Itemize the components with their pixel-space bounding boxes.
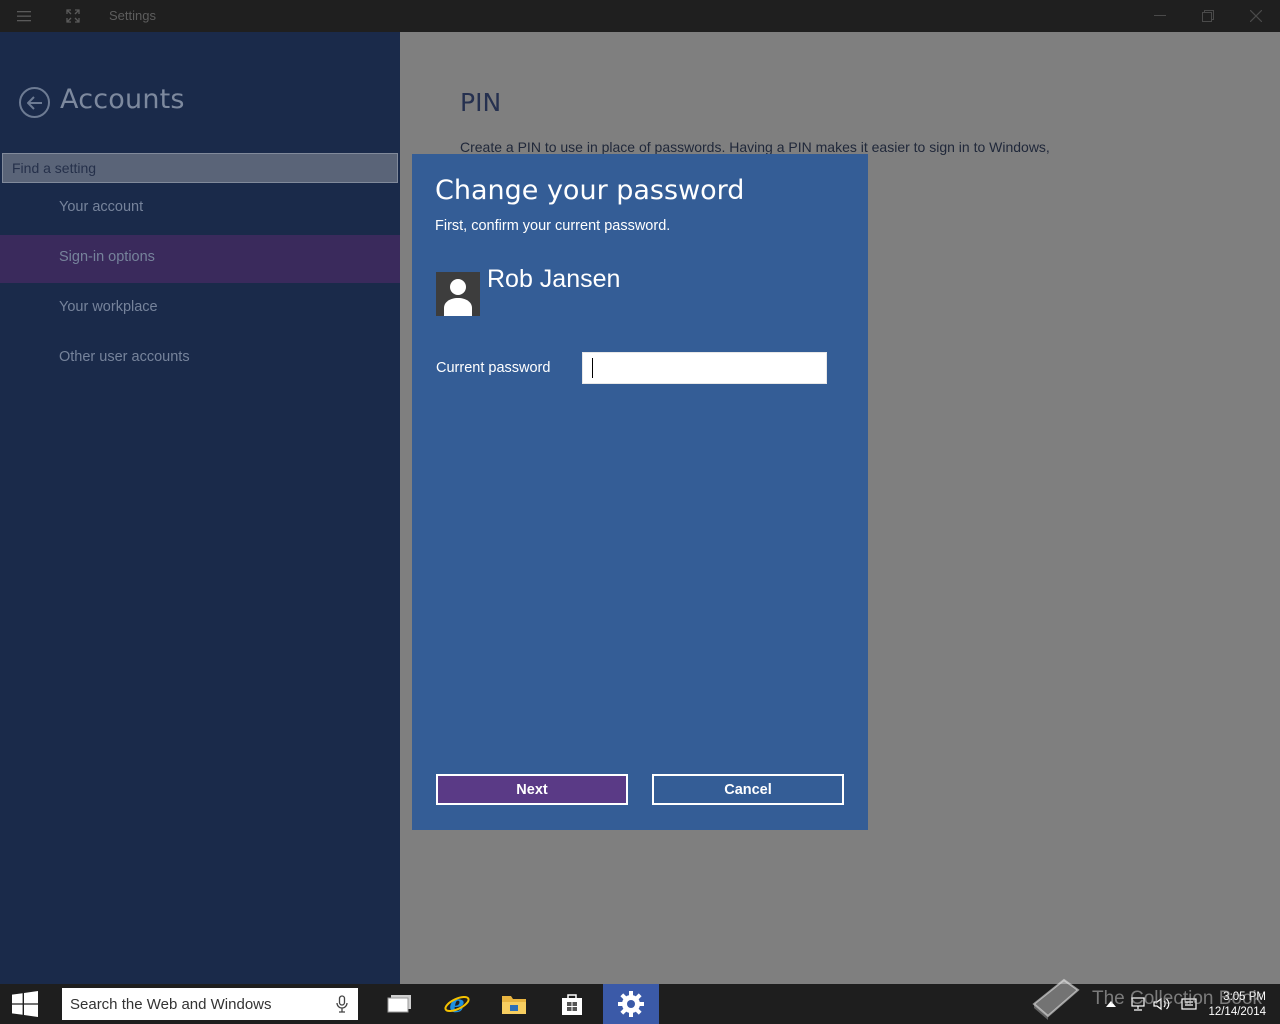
- back-arrow-icon: [26, 95, 42, 110]
- watermark: The Collection Book: [1030, 970, 1270, 1024]
- change-password-dialog: Change your password First, confirm your…: [412, 154, 868, 830]
- next-button[interactable]: Next: [436, 774, 628, 805]
- dialog-subtitle: First, confirm your current password.: [435, 218, 671, 234]
- internet-explorer-button[interactable]: e: [429, 984, 485, 1024]
- current-password-label: Current password: [436, 360, 551, 376]
- back-button[interactable]: [19, 87, 50, 118]
- title-bar: Settings: [0, 0, 1280, 32]
- start-button[interactable]: [0, 984, 50, 1024]
- dialog-title: Change your password: [435, 175, 745, 206]
- book-logo-icon: [1032, 978, 1080, 1020]
- watermark-text: The Collection Book: [1092, 988, 1263, 1009]
- window-title: Settings: [109, 8, 156, 23]
- hamburger-menu-icon[interactable]: [8, 0, 40, 32]
- sidebar-item-label: Other user accounts: [59, 349, 190, 365]
- task-view-icon: [387, 995, 411, 1013]
- full-screen-icon[interactable]: [57, 0, 89, 32]
- sidebar: Accounts Find a setting Your account Sig…: [0, 32, 400, 984]
- store-bag-icon: [562, 994, 582, 1015]
- close-button[interactable]: [1232, 0, 1280, 32]
- current-password-field[interactable]: [582, 352, 827, 384]
- sidebar-item-label: Your workplace: [59, 299, 158, 315]
- sidebar-item-your-account[interactable]: Your account: [0, 185, 400, 233]
- sidebar-item-label: Sign-in options: [59, 249, 155, 265]
- store-button[interactable]: [544, 984, 600, 1024]
- user-name: Rob Jansen: [487, 265, 621, 293]
- minimize-button[interactable]: [1136, 0, 1184, 32]
- cancel-button[interactable]: Cancel: [652, 774, 844, 805]
- file-explorer-button[interactable]: [486, 984, 542, 1024]
- section-heading: PIN: [460, 88, 502, 117]
- sidebar-item-other-user-accounts[interactable]: Other user accounts: [0, 335, 400, 383]
- find-setting-search[interactable]: Find a setting: [2, 153, 398, 183]
- user-avatar-icon: [436, 272, 480, 316]
- section-description: Create a PIN to use in place of password…: [460, 139, 1050, 155]
- taskbar-search-placeholder: Search the Web and Windows: [70, 996, 272, 1013]
- sidebar-item-your-workplace[interactable]: Your workplace: [0, 285, 400, 333]
- sidebar-title: Accounts: [60, 84, 185, 115]
- task-view-button[interactable]: [371, 984, 427, 1024]
- text-caret: [592, 358, 593, 378]
- svg-text:e: e: [449, 991, 464, 1017]
- search-placeholder: Find a setting: [12, 160, 97, 176]
- internet-explorer-icon: e: [444, 991, 470, 1017]
- microphone-icon[interactable]: [336, 995, 348, 1013]
- taskbar-search-box[interactable]: Search the Web and Windows: [62, 988, 358, 1020]
- folder-icon: [502, 996, 526, 1014]
- sidebar-item-label: Your account: [59, 199, 144, 215]
- gear-icon: [618, 991, 644, 1017]
- restore-button[interactable]: [1184, 0, 1232, 32]
- sidebar-item-sign-in-options[interactable]: Sign-in options: [0, 235, 400, 283]
- settings-app-button[interactable]: [603, 984, 659, 1024]
- windows-logo-icon: [12, 991, 38, 1017]
